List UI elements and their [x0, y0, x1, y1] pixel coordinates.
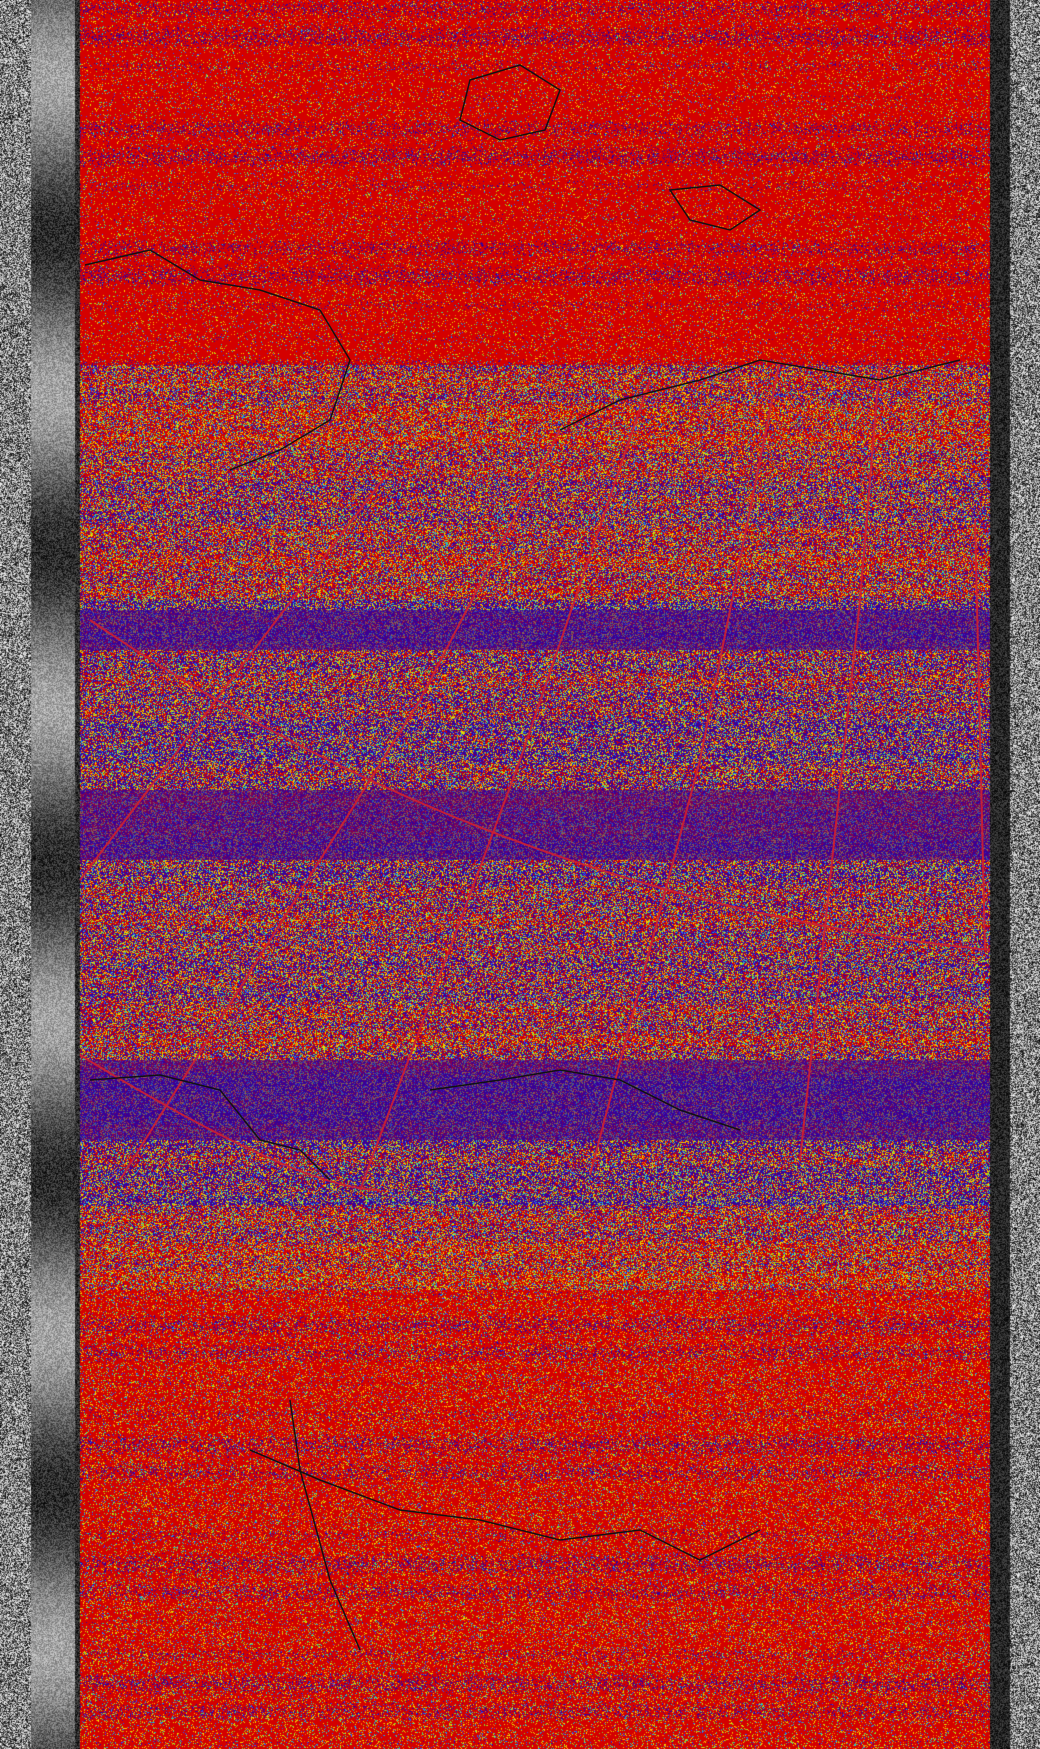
satellite-image — [0, 0, 1040, 1749]
